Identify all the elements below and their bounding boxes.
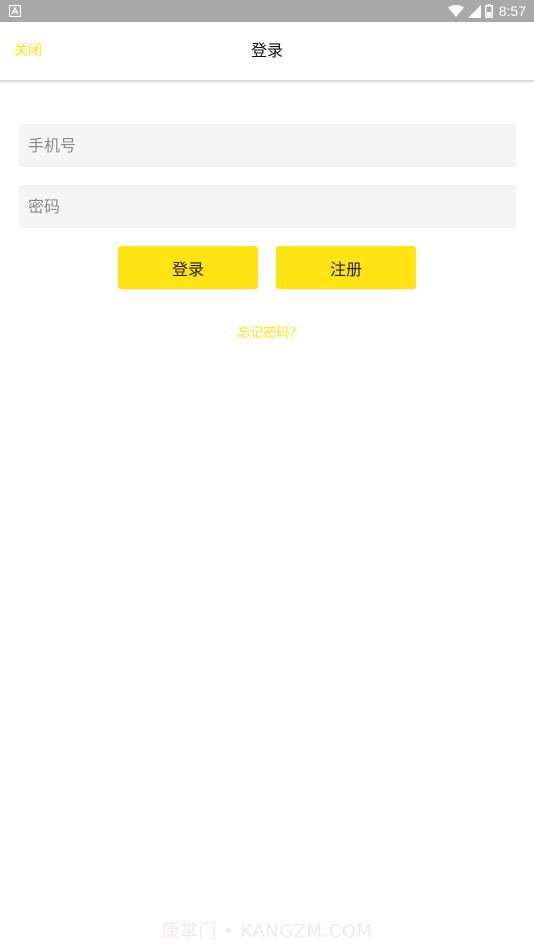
phone-input[interactable]	[18, 124, 516, 167]
status-icons: 8:57	[447, 0, 526, 22]
forgot-password-link[interactable]: 忘记密码?	[0, 325, 534, 343]
battery-icon	[484, 4, 493, 18]
login-button[interactable]: 登录	[118, 246, 258, 289]
register-button[interactable]: 注册	[276, 246, 416, 289]
wifi-icon	[447, 5, 464, 17]
status-time: 8:57	[498, 3, 526, 19]
watermark: 康掌门 • KANGZM.COM	[161, 921, 373, 942]
login-screen: 8:57 关闭 登录 登录 注册 忘记密码? 康掌门 • KANGZM.COM	[0, 0, 534, 950]
notification-a-icon	[9, 5, 21, 17]
toolbar: 关闭 登录	[0, 22, 534, 80]
page-title: 登录	[250, 41, 283, 60]
password-input[interactable]	[18, 185, 516, 228]
status-bar: 8:57	[0, 0, 534, 22]
cell-signal-icon	[467, 4, 481, 18]
